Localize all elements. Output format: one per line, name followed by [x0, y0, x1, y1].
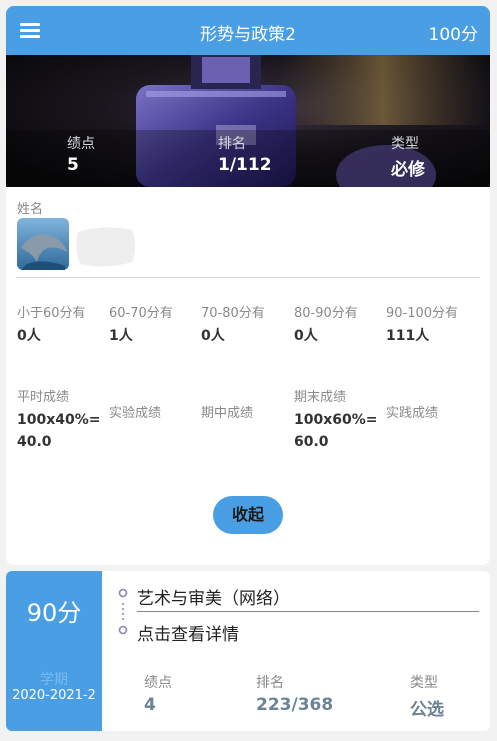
- dist-value: 0人: [17, 328, 41, 344]
- component-final: 期末成绩 100x60%=60.0: [294, 386, 386, 453]
- dist-label: 60-70分有: [109, 306, 173, 321]
- course-score: 100分: [428, 25, 478, 45]
- component-value: 100x40%=40.0: [17, 412, 101, 450]
- dist-value: 0人: [294, 328, 318, 344]
- course-gpa: 绩点 4: [144, 672, 172, 715]
- top-bar: 形势与政策2 100分: [6, 6, 490, 55]
- component-value: 100x60%=60.0: [294, 412, 378, 450]
- course-detail-card: 形势与政策2 100分 绩点 5 排名 1/112 类型 必修 姓名 小于60分…: [6, 6, 490, 565]
- course-type-label: 类型: [410, 675, 438, 691]
- rank-value: 1/112: [218, 155, 272, 175]
- dist-value: 1人: [109, 328, 133, 344]
- component-lab: 实验成绩: [109, 402, 201, 425]
- type-value: 必修: [391, 160, 425, 180]
- gpa-label: 绩点: [67, 136, 95, 152]
- course-rank: 排名 223/368: [256, 672, 333, 715]
- course-score-value: 90分: [26, 599, 82, 627]
- name-redacted: [74, 222, 138, 270]
- gpa-stat: 绩点 5: [67, 133, 95, 175]
- dist-value: 0人: [201, 328, 225, 344]
- course-gpa-label: 绩点: [144, 675, 172, 691]
- course-type-value: 公选: [410, 700, 444, 720]
- course-type: 类型 公选: [410, 672, 444, 720]
- gpa-value: 5: [67, 155, 79, 175]
- type-label: 类型: [391, 136, 419, 152]
- course-score-panel: 90分 学期 2020-2021-2: [6, 571, 102, 731]
- collapse-button[interactable]: 收起: [213, 496, 283, 534]
- dist-item-90-100: 90-100分有 111人: [386, 302, 478, 345]
- dist-item-lt60: 小于60分有 0人: [17, 302, 109, 345]
- type-stat: 类型 必修: [391, 133, 425, 180]
- component-practice: 实践成绩: [386, 402, 478, 425]
- dist-label: 90-100分有: [386, 306, 459, 321]
- timeline-dots-icon: [117, 587, 129, 637]
- dist-item-60-70: 60-70分有 1人: [109, 302, 201, 345]
- component-label: 期末成绩: [294, 390, 347, 405]
- banner-image: 绩点 5 排名 1/112 类型 必修: [6, 55, 490, 187]
- dist-value: 111人: [386, 328, 430, 344]
- divider: [16, 277, 480, 278]
- component-label: 期中成绩: [201, 406, 254, 421]
- component-label: 平时成绩: [17, 390, 70, 405]
- dist-label: 小于60分有: [17, 306, 86, 321]
- dist-item-80-90: 80-90分有 0人: [294, 302, 386, 345]
- course-list-item[interactable]: 90分 学期 2020-2021-2 艺术与审美（网络） 点击查看详情 绩点 4…: [6, 571, 490, 731]
- dist-item-70-80: 70-80分有 0人: [201, 302, 293, 345]
- component-midterm: 期中成绩: [201, 402, 293, 425]
- page-title: 形势与政策2: [200, 25, 296, 45]
- name-label: 姓名: [17, 202, 44, 217]
- term-value: 2020-2021-2: [12, 688, 96, 703]
- course-underline: [137, 611, 479, 612]
- term-label: 学期: [40, 672, 68, 688]
- component-regular: 平时成绩 100x40%=40.0: [17, 386, 109, 453]
- component-label: 实践成绩: [386, 406, 439, 421]
- course-rank-label: 排名: [256, 675, 284, 691]
- dist-label: 70-80分有: [201, 306, 265, 321]
- component-label: 实验成绩: [109, 406, 162, 421]
- view-details-link[interactable]: 点击查看详情: [137, 620, 239, 645]
- course-rank-value: 223/368: [256, 695, 334, 715]
- course-name: 艺术与审美（网络）: [137, 589, 290, 609]
- rank-stat: 排名 1/112: [218, 133, 272, 175]
- dist-label: 80-90分有: [294, 306, 358, 321]
- avatar: [17, 218, 69, 270]
- rank-label: 排名: [218, 136, 246, 152]
- course-gpa-value: 4: [144, 695, 156, 715]
